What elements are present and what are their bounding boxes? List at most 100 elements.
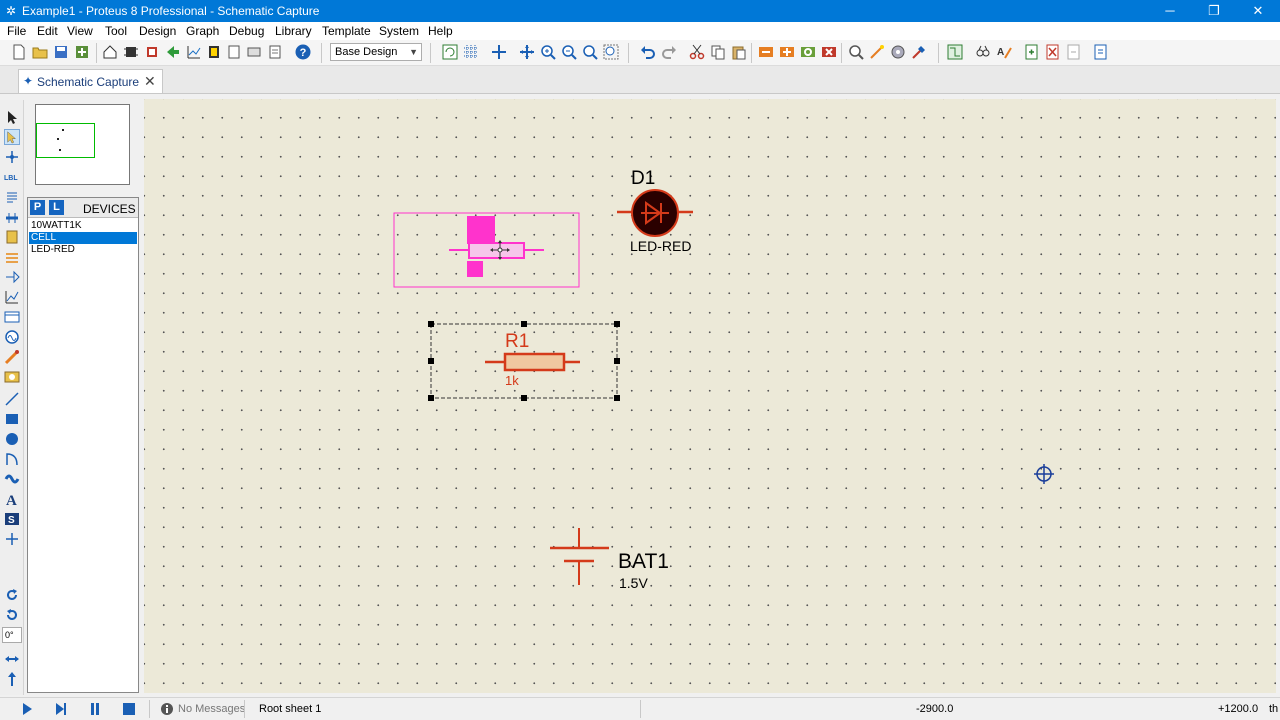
block-delete-icon[interactable] — [821, 44, 837, 60]
menu-system[interactable]: System — [379, 24, 419, 38]
run-simulation-icon[interactable] — [20, 702, 34, 716]
exit-to-parent-icon[interactable] — [1066, 44, 1082, 60]
minimize-button[interactable]: ─ — [1148, 0, 1192, 22]
import-icon[interactable] — [74, 44, 90, 60]
battery-bat1-symbol[interactable] — [550, 528, 609, 585]
r1-value-label[interactable]: 1k — [505, 373, 519, 388]
resistor-r1-symbol[interactable] — [485, 352, 580, 372]
subcircuit-icon[interactable] — [4, 229, 20, 245]
graph-icon[interactable] — [186, 44, 202, 60]
refresh-icon[interactable] — [442, 44, 458, 60]
copy-icon[interactable] — [710, 44, 726, 60]
gerber-icon[interactable] — [246, 44, 262, 60]
menu-template[interactable]: Template — [322, 24, 371, 38]
d1-value-label[interactable]: LED-RED — [630, 238, 691, 254]
overview-viewport-rect[interactable] — [36, 123, 95, 158]
component-mode-icon[interactable] — [123, 44, 139, 60]
line-tool-icon[interactable] — [4, 391, 20, 407]
menu-file[interactable]: File — [7, 24, 26, 38]
paste-icon[interactable] — [731, 44, 747, 60]
voltage-probe-icon[interactable] — [4, 349, 20, 365]
remove-sheet-icon[interactable] — [1045, 44, 1061, 60]
cut-icon[interactable] — [689, 44, 705, 60]
design-variant-select[interactable]: Base Design ▼ — [330, 43, 422, 61]
symbol-tool-icon[interactable]: S — [4, 511, 20, 527]
bus-icon[interactable] — [4, 209, 20, 225]
menu-tool[interactable]: Tool — [105, 24, 127, 38]
pan-icon[interactable] — [519, 44, 535, 60]
circle-tool-icon[interactable] — [4, 431, 20, 447]
device-item-led-red[interactable]: LED-RED — [29, 244, 137, 256]
package-tool-icon[interactable] — [890, 44, 906, 60]
grid-icon[interactable] — [463, 44, 479, 60]
zoom-all-icon[interactable] — [582, 44, 598, 60]
ghost-cell-component[interactable] — [393, 212, 580, 288]
tab-schematic-capture[interactable]: ✦ Schematic Capture ✕ — [18, 69, 163, 93]
decompose-icon[interactable] — [911, 44, 927, 60]
text-script-icon[interactable] — [4, 189, 20, 205]
menu-library[interactable]: Library — [275, 24, 312, 38]
bat1-reference-label[interactable]: BAT1 — [618, 550, 669, 573]
open-folder-icon[interactable] — [32, 44, 48, 60]
virtual-instruments-icon[interactable] — [4, 369, 20, 385]
home-icon[interactable] — [102, 44, 118, 60]
junction-dot-icon[interactable] — [4, 149, 20, 165]
bom-icon[interactable] — [206, 44, 222, 60]
path-tool-icon[interactable] — [4, 471, 20, 487]
close-window-button[interactable]: ✕ — [1236, 0, 1280, 22]
origin-icon[interactable] — [491, 44, 507, 60]
mirror-horizontal-icon[interactable] — [4, 651, 20, 667]
search-tag-icon[interactable] — [975, 44, 991, 60]
zoom-out-icon[interactable] — [561, 44, 577, 60]
device-item-cell[interactable]: CELL — [29, 232, 137, 244]
d1-reference-label[interactable]: D1 — [631, 168, 655, 189]
save-icon[interactable] — [53, 44, 69, 60]
device-item-10watt1k[interactable]: 10WATT1K — [29, 220, 137, 232]
zoom-area-icon[interactable] — [603, 44, 619, 60]
block-rotate-icon[interactable] — [800, 44, 816, 60]
pick-devices-button[interactable]: P — [30, 200, 45, 215]
stop-simulation-icon[interactable] — [122, 702, 136, 716]
rotate-clockwise-icon[interactable] — [4, 587, 20, 603]
report-icon[interactable] — [226, 44, 242, 60]
step-simulation-icon[interactable] — [54, 702, 68, 716]
wire-autorouter-icon[interactable] — [947, 44, 963, 60]
box-tool-icon[interactable] — [4, 411, 20, 427]
mirror-vertical-icon[interactable] — [4, 671, 20, 687]
rotation-angle-field[interactable]: 0° — [2, 627, 22, 643]
new-file-icon[interactable] — [11, 44, 27, 60]
overview-window[interactable] — [35, 104, 130, 185]
messages-status[interactable]: No Messages — [178, 703, 245, 715]
generator-icon[interactable] — [4, 329, 20, 345]
graph-mode-icon[interactable] — [4, 289, 20, 305]
selection-mode-icon[interactable] — [4, 109, 20, 125]
pick-device-icon[interactable] — [848, 44, 864, 60]
rotate-anticlockwise-icon[interactable] — [4, 607, 20, 623]
menu-view[interactable]: View — [67, 24, 93, 38]
make-device-icon[interactable] — [869, 44, 885, 60]
document-icon[interactable] — [267, 44, 283, 60]
bat1-value-label[interactable]: 1.5V — [619, 575, 648, 591]
new-sheet-icon[interactable] — [1024, 44, 1040, 60]
zoom-in-icon[interactable] — [540, 44, 556, 60]
wire-label-icon[interactable]: LBL — [4, 169, 20, 185]
chip-icon[interactable] — [144, 44, 160, 60]
close-tab-icon[interactable]: ✕ — [144, 73, 156, 90]
help-icon[interactable]: ? — [295, 44, 311, 60]
r1-reference-label[interactable]: R1 — [505, 331, 529, 352]
menu-debug[interactable]: Debug — [229, 24, 264, 38]
property-assign-icon[interactable]: A — [996, 44, 1012, 60]
block-copy-icon[interactable] — [758, 44, 774, 60]
tape-recorder-icon[interactable] — [4, 309, 20, 325]
led-d1-symbol[interactable] — [617, 189, 693, 237]
undo-icon[interactable] — [640, 44, 656, 60]
component-mode-icon[interactable] — [4, 129, 20, 145]
menu-graph[interactable]: Graph — [186, 24, 219, 38]
restore-button[interactable]: ❐ — [1192, 0, 1236, 22]
terminals-icon[interactable] — [4, 249, 20, 265]
pause-simulation-icon[interactable] — [88, 702, 102, 716]
menu-edit[interactable]: Edit — [37, 24, 58, 38]
schematic-canvas[interactable]: D1 LED-RED R1 1k BAT1 1.5V — [144, 99, 1276, 693]
text-tool-icon[interactable]: A — [4, 491, 20, 507]
block-move-icon[interactable] — [779, 44, 795, 60]
